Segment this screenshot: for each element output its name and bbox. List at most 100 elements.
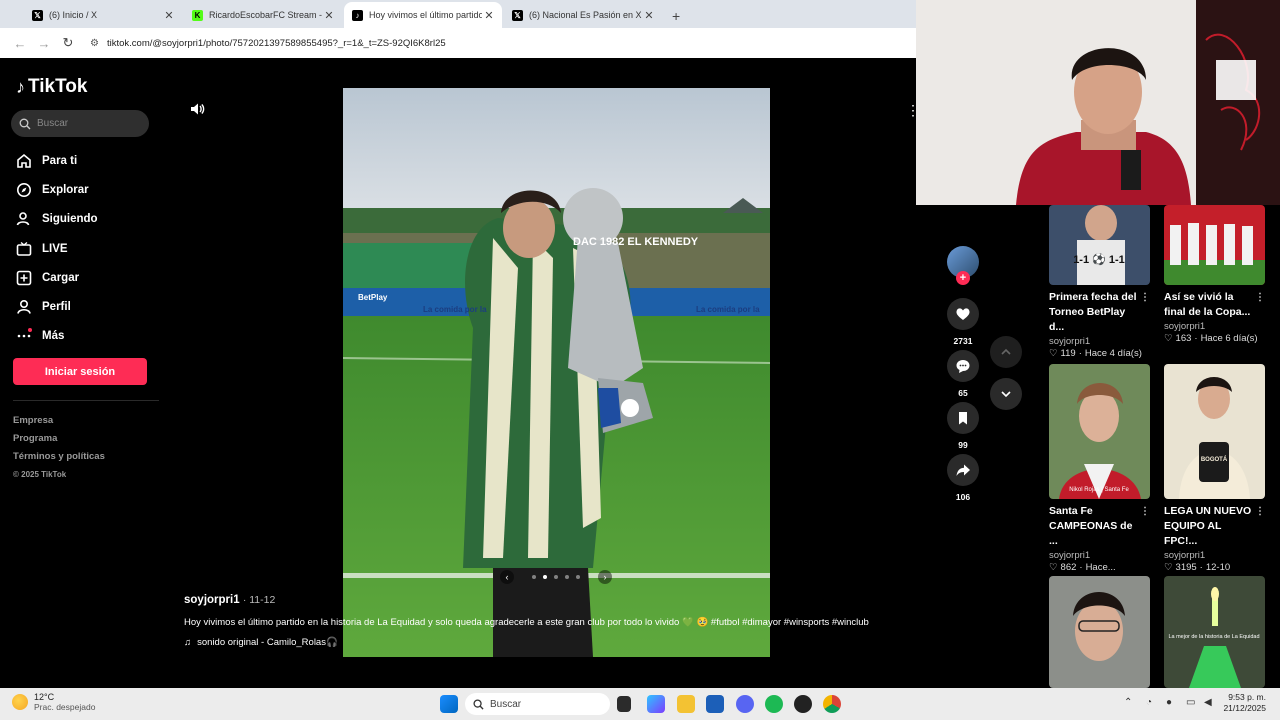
footer-link-empresa[interactable]: Empresa xyxy=(13,412,105,430)
task-view-icon[interactable] xyxy=(617,696,631,712)
carousel-dot[interactable] xyxy=(532,575,536,579)
sidebar-item-label: LIVE xyxy=(42,242,68,255)
close-icon[interactable]: ✕ xyxy=(642,9,656,22)
reload-icon[interactable]: ↻ xyxy=(56,35,80,51)
speaker-icon[interactable]: ◀ xyxy=(1204,697,1212,708)
save-button[interactable]: 99 xyxy=(947,402,979,450)
related-card[interactable]: 1-1 ⚽ 1-1 Primera fecha del Torneo BetPl… xyxy=(1049,205,1150,359)
heart-outline-icon: ♡ xyxy=(1164,333,1173,344)
sidebar-item-cargar[interactable]: Cargar xyxy=(16,263,98,292)
related-likes: 862 xyxy=(1060,562,1077,573)
browser-tab-strip: 𝕏 (6) Inicio / X ✕ K RicardoEscobarFC St… xyxy=(0,0,916,28)
weather-widget[interactable]: 12°C Prac. despejado xyxy=(12,692,95,712)
carousel-prev-icon[interactable]: ‹ xyxy=(500,570,514,584)
search-icon xyxy=(473,698,484,710)
footer-link-programa[interactable]: Programa xyxy=(13,430,105,448)
related-likes: 3195 xyxy=(1175,562,1197,573)
obs-icon[interactable] xyxy=(794,695,812,713)
search-placeholder: Buscar xyxy=(37,118,69,129)
card-more-icon[interactable]: ⋮ xyxy=(1140,504,1150,549)
sidebar-item-siguiendo[interactable]: Siguiendo xyxy=(16,205,98,234)
carousel-dot[interactable] xyxy=(576,575,580,579)
spotify-icon[interactable] xyxy=(765,695,783,713)
related-card[interactable]: BOGOTÁ LEGA UN NUEVO EQUIPO AL FPC!... ⋮ … xyxy=(1164,364,1265,573)
tiktok-logo[interactable]: ♪ TikTok xyxy=(16,76,87,98)
comment-icon xyxy=(947,350,979,382)
sidebar-item-label: Para ti xyxy=(42,154,78,167)
post-sound[interactable]: ♫ sonido original - Camilo_Rolas🎧 xyxy=(184,637,904,648)
browser-tab-tiktok[interactable]: ♪ Hoy vivimos el último partido e ✕ xyxy=(344,2,502,28)
taskbar-clock[interactable]: 9:53 p. m. 21/12/2025 xyxy=(1223,692,1266,714)
carousel-dot[interactable] xyxy=(565,575,569,579)
sidebar-item-mas[interactable]: Más xyxy=(16,322,98,351)
save-count: 99 xyxy=(958,440,968,450)
copilot-icon[interactable] xyxy=(647,695,665,713)
sidebar-item-explorar[interactable]: Explorar xyxy=(16,175,98,204)
sidebar-item-live[interactable]: LIVE xyxy=(16,234,98,263)
related-thumbnail: 1-1 ⚽ 1-1 xyxy=(1049,205,1150,285)
browser-tab-x-home[interactable]: 𝕏 (6) Inicio / X ✕ xyxy=(24,2,182,28)
post-author[interactable]: soyjorpri1 · 11-12 xyxy=(184,594,904,606)
logo-text: TikTok xyxy=(28,76,88,97)
search-input[interactable]: Buscar xyxy=(11,110,149,137)
related-card[interactable]: La mejor de la historia de La Equidad xyxy=(1164,576,1265,688)
tiktok-logo-icon: ♪ xyxy=(352,9,363,21)
like-button[interactable]: 2731 xyxy=(947,298,979,346)
related-time: Hace 4 día(s) xyxy=(1084,348,1142,359)
card-more-icon[interactable]: ⋮ xyxy=(1255,504,1265,549)
webcam-overlay xyxy=(916,0,1280,205)
notification-dot xyxy=(28,327,32,332)
post-meta: soyjorpri1 · 11-12 Hoy vivimos el último… xyxy=(184,594,904,648)
browser-tab-x-nacional[interactable]: 𝕏 (6) Nacional Es Pasión en X: "#8 ✕ xyxy=(504,2,662,28)
related-likes: 119 xyxy=(1060,348,1076,359)
related-card[interactable]: Nikol Rojas | Santa Fe Santa Fe CAMPEONA… xyxy=(1049,364,1150,573)
related-user: soyjorpri1 xyxy=(1049,336,1091,347)
sidebar-item-label: Cargar xyxy=(42,271,80,284)
url-field[interactable]: ⚙ tiktok.com/@soyjorpri1/photo/757202139… xyxy=(90,38,446,49)
follow-plus-button[interactable]: + xyxy=(956,271,970,285)
scroll-down-button[interactable] xyxy=(990,378,1022,410)
sidebar-item-perfil[interactable]: Perfil xyxy=(16,292,98,321)
chrome-icon[interactable] xyxy=(823,695,841,713)
carousel-dot[interactable] xyxy=(543,575,547,579)
address-bar-row: ← → ↻ ⚙ tiktok.com/@soyjorpri1/photo/757… xyxy=(0,28,916,58)
card-more-icon[interactable]: ⋮ xyxy=(1140,290,1150,335)
back-arrow-icon[interactable]: ← xyxy=(8,36,32,51)
carousel-dot[interactable] xyxy=(554,575,558,579)
site-info-icon[interactable]: ⚙ xyxy=(90,38,99,49)
microphone-icon[interactable]: ● xyxy=(1166,697,1172,708)
post-date: 11-12 xyxy=(249,594,276,606)
post-viewer: DAC 1982 EL KENNEDY BetPlay La comida po… xyxy=(165,58,920,688)
taskbar-search[interactable]: Buscar xyxy=(465,693,610,715)
thumb-text: 1-1 ⚽ 1-1 xyxy=(1073,253,1125,266)
close-icon[interactable]: ✕ xyxy=(162,9,176,22)
right-panel: + 2731 65 99 106 1-1 ⚽ 1-1 Primera fecha… xyxy=(916,205,1280,688)
sidebar-item-para-ti[interactable]: Para ti xyxy=(16,146,98,175)
related-user: soyjorpri1 xyxy=(1049,550,1091,561)
new-tab-button[interactable]: + xyxy=(664,8,688,28)
share-button[interactable]: 106 xyxy=(947,454,979,502)
browser-tab-kick[interactable]: K RicardoEscobarFC Stream - Wa ✕ xyxy=(184,2,342,28)
tray-chevron-up-icon[interactable]: ⌃ xyxy=(1124,697,1132,708)
scroll-up-button[interactable] xyxy=(990,336,1022,368)
file-explorer-icon[interactable] xyxy=(677,695,695,713)
tab-title: RicardoEscobarFC Stream - Wa xyxy=(209,10,322,20)
sound-label: sonido original - Camilo_Rolas🎧 xyxy=(197,637,338,648)
card-more-icon[interactable]: ⋮ xyxy=(1255,290,1265,320)
volume-icon[interactable] xyxy=(189,101,205,122)
network-icon[interactable]: ▭ xyxy=(1186,697,1195,708)
close-icon[interactable]: ✕ xyxy=(482,9,496,22)
footer-link-terminos[interactable]: Términos y políticas xyxy=(13,448,105,466)
related-card[interactable] xyxy=(1049,576,1150,688)
microsoft-store-icon[interactable] xyxy=(706,695,724,713)
related-card[interactable]: Así se vivió la final de la Copa... ⋮ soy… xyxy=(1164,205,1265,344)
carousel-next-icon[interactable]: › xyxy=(598,570,612,584)
close-icon[interactable]: ✕ xyxy=(322,9,336,22)
discord-icon[interactable] xyxy=(736,695,754,713)
tray-app-icon[interactable]: ◔ xyxy=(1146,697,1152,708)
windows-start-icon[interactable] xyxy=(440,695,458,713)
weather-sun-icon xyxy=(12,694,28,710)
login-button[interactable]: Iniciar sesión xyxy=(13,358,147,385)
forward-arrow-icon[interactable]: → xyxy=(32,36,56,51)
comment-button[interactable]: 65 xyxy=(947,350,979,398)
